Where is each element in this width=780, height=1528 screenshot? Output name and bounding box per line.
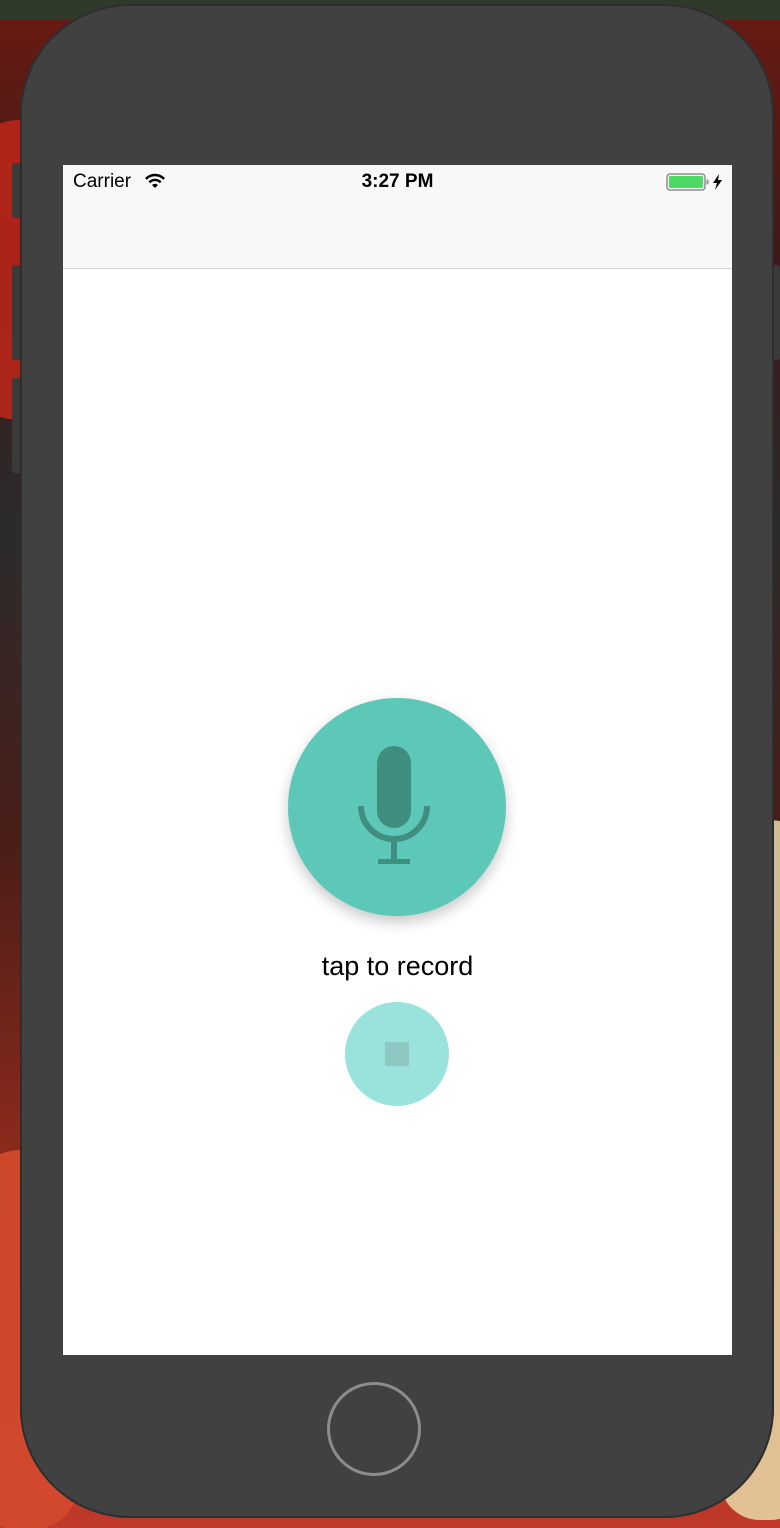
record-instruction-label: tap to record xyxy=(321,951,474,981)
record-button[interactable] xyxy=(288,698,506,916)
microphone-icon xyxy=(358,746,430,864)
navigation-bar xyxy=(63,199,732,269)
status-time: 3:27 PM xyxy=(361,171,434,192)
stop-button[interactable] xyxy=(345,1002,449,1106)
app-screen: Carrier 3:27 PM tap to record xyxy=(63,165,732,1355)
home-button[interactable] xyxy=(327,1382,421,1476)
battery-charging-icon xyxy=(666,173,722,191)
stop-icon xyxy=(385,1042,409,1066)
status-bar: Carrier 3:27 PM xyxy=(63,165,732,199)
